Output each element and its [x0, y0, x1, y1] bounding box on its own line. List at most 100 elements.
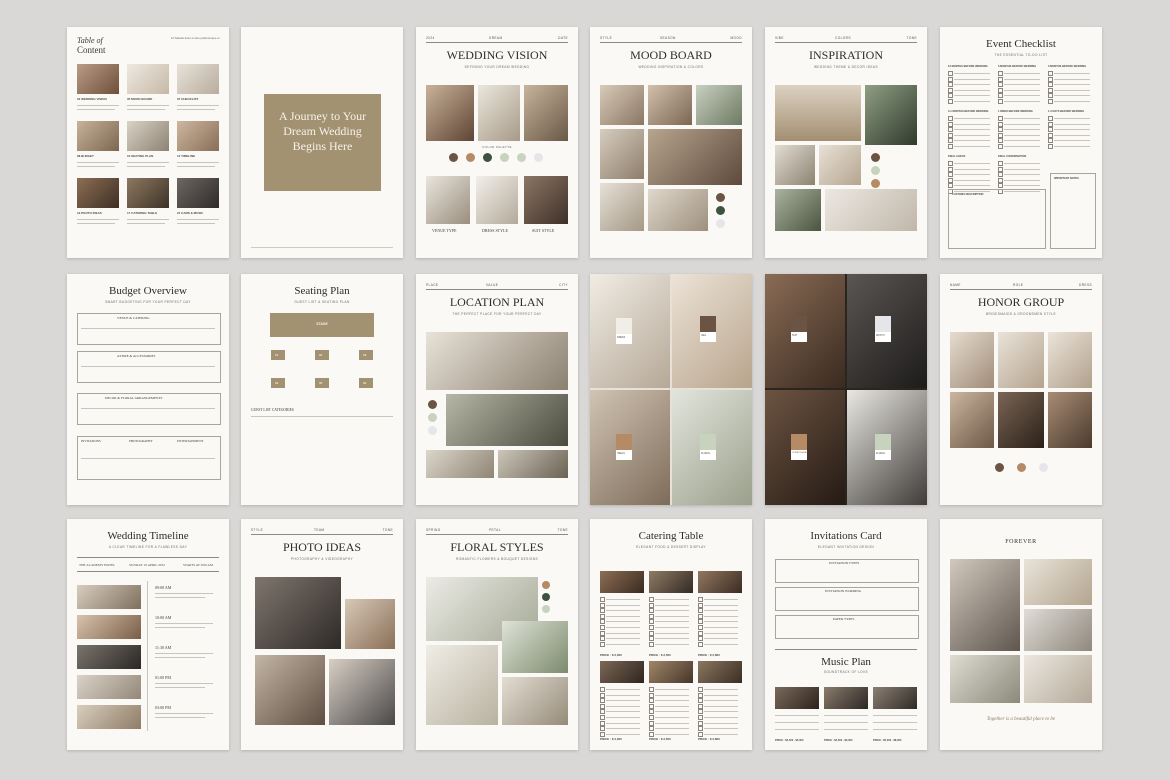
page-journey[interactable]: A Journey to Your Dream Wedding Begins H…: [241, 27, 403, 258]
checklist-checkbox[interactable]: [998, 183, 1003, 189]
checklist-checkbox[interactable]: [998, 87, 1003, 93]
checklist-checkbox[interactable]: [998, 132, 1003, 138]
toc-item-8[interactable]: 17 CATERING TABLE: [127, 211, 157, 215]
checklist-checkbox[interactable]: [948, 132, 953, 138]
checklist-checkbox[interactable]: [998, 71, 1003, 76]
checklist-checkbox[interactable]: [948, 172, 953, 178]
catering-checkbox[interactable]: [600, 709, 605, 715]
catering-checkbox[interactable]: [698, 692, 703, 698]
page-catering-table[interactable]: Catering Table ELEGANT FOOD & DESSERT DI…: [590, 519, 752, 750]
checklist-checkbox[interactable]: [1048, 93, 1053, 99]
checklist-checkbox[interactable]: [1048, 144, 1053, 149]
checklist-checkbox[interactable]: [948, 144, 953, 149]
catering-checkbox[interactable]: [649, 625, 654, 630]
catering-checkbox[interactable]: [698, 630, 703, 636]
checklist-checkbox[interactable]: [998, 99, 1003, 104]
catering-checkbox[interactable]: [698, 698, 703, 704]
catering-checkbox[interactable]: [698, 625, 703, 630]
checklist-checkbox[interactable]: [948, 99, 953, 104]
checklist-checkbox[interactable]: [998, 93, 1003, 99]
catering-checkbox[interactable]: [649, 703, 654, 709]
catering-checkbox[interactable]: [649, 597, 654, 602]
toc-item-7[interactable]: 19 PHOTO IDEAS: [77, 211, 102, 215]
page-groom-style[interactable]: SUIT WATCH COURT SHOES FLORAL: [765, 274, 927, 505]
catering-checkbox[interactable]: [600, 698, 605, 704]
checklist-checkbox[interactable]: [1048, 71, 1053, 76]
catering-checkbox[interactable]: [649, 636, 654, 642]
checklist-checkbox[interactable]: [948, 138, 953, 144]
checklist-checkbox[interactable]: [998, 127, 1003, 133]
catering-checkbox[interactable]: [600, 613, 605, 619]
catering-checkbox[interactable]: [600, 625, 605, 630]
catering-checkbox[interactable]: [698, 608, 703, 614]
catering-checkbox[interactable]: [600, 715, 605, 720]
checklist-checkbox[interactable]: [998, 177, 1003, 183]
checklist-checkbox[interactable]: [998, 121, 1003, 127]
catering-checkbox[interactable]: [600, 636, 605, 642]
toc-item-3[interactable]: 07 CHECKLIST: [177, 97, 198, 101]
checklist-checkbox[interactable]: [998, 116, 1003, 121]
checklist-checkbox[interactable]: [1048, 127, 1053, 133]
catering-checkbox[interactable]: [600, 619, 605, 625]
catering-checkbox[interactable]: [649, 692, 654, 698]
checklist-checkbox[interactable]: [1048, 121, 1053, 127]
page-forever[interactable]: FOREVER Together is a beautiful place to…: [940, 519, 1102, 750]
checklist-checkbox[interactable]: [948, 76, 953, 82]
catering-checkbox[interactable]: [698, 715, 703, 720]
catering-checkbox[interactable]: [600, 731, 605, 737]
checklist-checkbox[interactable]: [948, 93, 953, 99]
catering-checkbox[interactable]: [698, 726, 703, 732]
catering-checkbox[interactable]: [698, 619, 703, 625]
checklist-checkbox[interactable]: [948, 71, 953, 76]
page-floral-styles[interactable]: SPRING PETAL TONE FLORAL STYLES ROMANTIC…: [416, 519, 578, 750]
catering-checkbox[interactable]: [600, 608, 605, 614]
catering-checkbox[interactable]: [698, 709, 703, 715]
checklist-checkbox[interactable]: [948, 183, 953, 189]
catering-checkbox[interactable]: [600, 630, 605, 636]
toc-item-5[interactable]: 10 SEATING PLAN: [127, 154, 153, 158]
checklist-checkbox[interactable]: [948, 127, 953, 133]
page-invitations-card[interactable]: Invitations Card ELEGANT INVITATION DESI…: [765, 519, 927, 750]
toc-item-4[interactable]: 08 BUDGET: [77, 154, 94, 158]
page-mood-board[interactable]: STYLE SEASON MOOD MOOD BOARD WEDDING INS…: [590, 27, 752, 258]
checklist-checkbox[interactable]: [1048, 87, 1053, 93]
checklist-checkbox[interactable]: [1048, 76, 1053, 82]
catering-checkbox[interactable]: [600, 720, 605, 726]
page-table-of-contents[interactable]: Table of Content Lil Sabelle dolor ornar…: [67, 27, 229, 258]
catering-checkbox[interactable]: [649, 619, 654, 625]
checklist-checkbox[interactable]: [948, 87, 953, 93]
toc-item-6[interactable]: 14 TIMELINE: [177, 154, 195, 158]
checklist-checkbox[interactable]: [948, 121, 953, 127]
catering-checkbox[interactable]: [698, 731, 703, 737]
checklist-checkbox[interactable]: [998, 76, 1003, 82]
checklist-checkbox[interactable]: [1048, 116, 1053, 121]
checklist-checkbox[interactable]: [1048, 138, 1053, 144]
page-photo-ideas[interactable]: STYLE TEAM TONE PHOTO IDEAS PHOTOGRAPHY …: [241, 519, 403, 750]
page-honor-group[interactable]: NAME ROLE DRESS HONOR GROUP BRIDESMAIDS …: [940, 274, 1102, 505]
checklist-checkbox[interactable]: [998, 82, 1003, 88]
catering-checkbox[interactable]: [649, 731, 654, 737]
catering-checkbox[interactable]: [649, 613, 654, 619]
catering-checkbox[interactable]: [600, 687, 605, 692]
catering-checkbox[interactable]: [649, 720, 654, 726]
page-budget-overview[interactable]: Budget Overview SMART BUDGETING FOR YOUR…: [67, 274, 229, 505]
page-location-plan[interactable]: PLACE VALUE CITY LOCATION PLAN THE PERFE…: [416, 274, 578, 505]
checklist-checkbox[interactable]: [998, 144, 1003, 149]
catering-checkbox[interactable]: [698, 703, 703, 709]
checklist-checkbox[interactable]: [998, 166, 1003, 172]
checklist-checkbox[interactable]: [1048, 132, 1053, 138]
page-wedding-vision[interactable]: 2024 DREAM DATE WEDDING VISION DEFINING …: [416, 27, 578, 258]
catering-checkbox[interactable]: [698, 720, 703, 726]
catering-checkbox[interactable]: [649, 641, 654, 647]
page-event-checklist[interactable]: Event Checklist THE ESSENTIAL TO-DO LIST…: [940, 27, 1102, 258]
checklist-checkbox[interactable]: [998, 161, 1003, 166]
catering-checkbox[interactable]: [698, 687, 703, 692]
catering-checkbox[interactable]: [649, 602, 654, 608]
catering-checkbox[interactable]: [649, 709, 654, 715]
checklist-checkbox[interactable]: [998, 138, 1003, 144]
catering-checkbox[interactable]: [600, 597, 605, 602]
catering-checkbox[interactable]: [649, 687, 654, 692]
catering-checkbox[interactable]: [649, 726, 654, 732]
catering-checkbox[interactable]: [649, 698, 654, 704]
catering-checkbox[interactable]: [698, 636, 703, 642]
